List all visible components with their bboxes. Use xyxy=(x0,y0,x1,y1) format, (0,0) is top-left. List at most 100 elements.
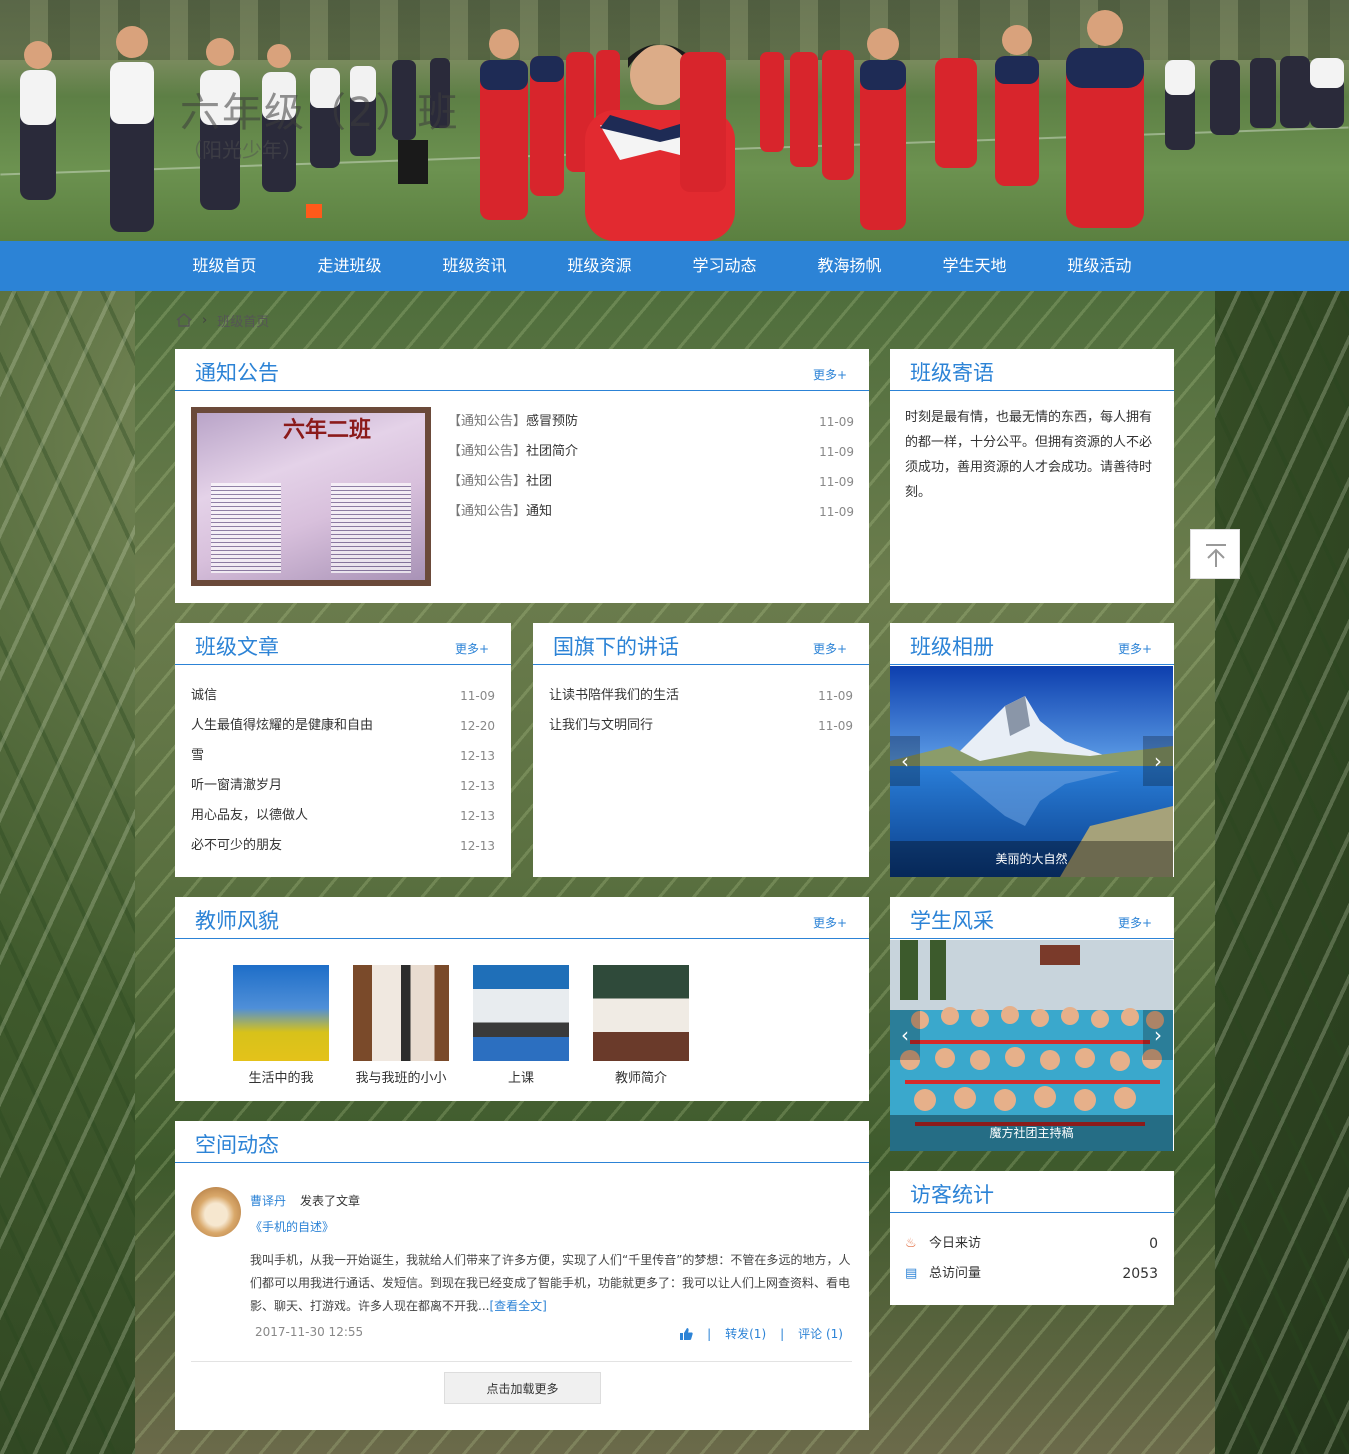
teacher-caption: 教师简介 xyxy=(614,1071,667,1086)
speech-panel: 国旗下的讲话 更多+ 让读书陪伴我们的生活 11-09 让我们与文明同行 11-09 xyxy=(533,623,869,877)
speech-list: 让读书陪伴我们的生活 11-09 让我们与文明同行 11-09 xyxy=(549,681,853,741)
comment-link[interactable]: 评论 (1) xyxy=(798,1325,843,1342)
teacher-caption: 我与我班的小小 xyxy=(355,1071,447,1086)
site-title: 六年级（2）班 xyxy=(180,90,460,136)
notice-more-link[interactable]: 更多+ xyxy=(813,366,847,383)
nav-item-home[interactable]: 班级首页 xyxy=(162,241,287,291)
read-all-link[interactable]: [查看全文] xyxy=(489,1299,546,1313)
stats-header: 访客统计 xyxy=(890,1171,1174,1213)
feed-actions: | 转发(1) | 评论 (1) xyxy=(679,1325,843,1342)
stat-total: ▤ 总访问量 2053 xyxy=(905,1259,1158,1289)
nav-item-activities[interactable]: 班级活动 xyxy=(1037,241,1162,291)
teacher-photo xyxy=(473,965,569,1061)
students-more-link[interactable]: 更多+ xyxy=(1118,914,1152,931)
articles-header: 班级文章 更多+ xyxy=(175,623,511,665)
stat-today: ♨ 今日来访 0 xyxy=(905,1229,1158,1259)
visitor-icon: ♨ xyxy=(905,1236,917,1251)
album-panel: 班级相册 更多+ ‹ › 美丽的大自然 xyxy=(890,623,1174,877)
motto-text: 时刻是最有情，也最无情的东西，每人拥有的都一样，十分公平。但拥有资源的人不必须成… xyxy=(905,410,1153,500)
teacher-gallery: 生活中的我 我与我班的小小 上课 教师简介 xyxy=(233,965,713,1086)
notice-image[interactable]: 六年二班 xyxy=(191,407,431,586)
home-icon[interactable] xyxy=(176,313,192,327)
back-to-top-button[interactable] xyxy=(1190,529,1240,579)
breadcrumb-current: 班级首页 xyxy=(217,314,270,330)
notice-title: 通知公告 xyxy=(195,361,279,385)
header-banner: 六年级（2）班 （阳光少年） xyxy=(0,0,1349,241)
stat-today-label: 今日来访 xyxy=(929,1236,982,1251)
album-caption: 美丽的大自然 xyxy=(890,841,1173,877)
thumbs-up-icon[interactable] xyxy=(679,1327,693,1341)
nav-item-class-news[interactable]: 班级资讯 xyxy=(412,241,537,291)
notice-list: 【通知公告】感冒预防 11-09 【通知公告】社团简介 11-09 【通知公告】社团… xyxy=(448,407,854,527)
document-icon: ▤ xyxy=(905,1266,918,1281)
motto-title: 班级寄语 xyxy=(910,361,994,385)
teacher-photo xyxy=(233,965,329,1061)
students-panel: 学生风采 更多+ ‹ › 魔方社团主持稿 xyxy=(890,897,1174,1151)
site-subtitle: （阳光少年） xyxy=(182,138,302,162)
main-nav: 班级首页 走进班级 班级资讯 班级资源 学习动态 教海扬帆 学生天地 班级活动 xyxy=(0,241,1349,291)
list-item[interactable]: 诚信 11-09 xyxy=(191,681,495,711)
students-prev-button[interactable]: ‹ xyxy=(890,1010,920,1060)
space-title: 空间动态 xyxy=(195,1133,279,1157)
list-item[interactable]: 听一窗清澈岁月 12-13 xyxy=(191,771,495,801)
stat-total-label: 总访问量 xyxy=(929,1266,982,1281)
stat-total-value: 2053 xyxy=(1122,1266,1158,1282)
speech-more-link[interactable]: 更多+ xyxy=(813,640,847,657)
students-caption: 魔方社团主持稿 xyxy=(890,1115,1173,1151)
notice-image-text-block-left xyxy=(211,483,281,573)
list-item[interactable]: 人生最值得炫耀的是健康和自由 12-20 xyxy=(191,711,495,741)
students-title: 学生风采 xyxy=(910,909,994,933)
list-item[interactable]: 让读书陪伴我们的生活 11-09 xyxy=(549,681,853,711)
nav-item-students[interactable]: 学生天地 xyxy=(912,241,1037,291)
teacher-photo xyxy=(353,965,449,1061)
feed-action-text: 发表了文章 xyxy=(300,1194,361,1208)
list-item[interactable]: 雪 12-13 xyxy=(191,741,495,771)
teacher-item[interactable]: 生活中的我 xyxy=(233,965,329,1086)
album-prev-button[interactable]: ‹ xyxy=(890,736,920,786)
feed-article-link[interactable]: 《手机的自述》 xyxy=(250,1218,334,1235)
articles-title: 班级文章 xyxy=(195,635,279,659)
nav-item-learning-news[interactable]: 学习动态 xyxy=(662,241,787,291)
list-item[interactable]: 必不可少的朋友 12-13 xyxy=(191,831,495,861)
teachers-header: 教师风貌 更多+ xyxy=(175,897,869,939)
teachers-more-link[interactable]: 更多+ xyxy=(813,914,847,931)
list-item[interactable]: 【通知公告】社团简介 11-09 xyxy=(448,437,854,467)
load-more-button[interactable]: 点击加载更多 xyxy=(444,1372,601,1404)
articles-panel: 班级文章 更多+ 诚信 11-09 人生最值得炫耀的是健康和自由 12-20 雪 12… xyxy=(175,623,511,877)
nav-item-about-class[interactable]: 走进班级 xyxy=(287,241,412,291)
album-next-button[interactable]: › xyxy=(1143,736,1173,786)
forward-link[interactable]: 转发(1) xyxy=(725,1325,766,1342)
album-more-link[interactable]: 更多+ xyxy=(1118,640,1152,657)
notice-header: 通知公告 更多+ xyxy=(175,349,869,391)
teacher-item[interactable]: 教师简介 xyxy=(593,965,689,1086)
album-slide-image[interactable]: ‹ › 美丽的大自然 xyxy=(890,666,1173,877)
breadcrumb-separator: › xyxy=(202,312,208,328)
nav-item-class-resources[interactable]: 班级资源 xyxy=(537,241,662,291)
avatar[interactable] xyxy=(191,1187,241,1237)
students-slide-image[interactable]: ‹ › 魔方社团主持稿 xyxy=(890,940,1173,1151)
feed-user-link[interactable]: 曹译丹 xyxy=(250,1192,286,1209)
teachers-panel: 教师风貌 更多+ 生活中的我 我与我班的小小 上课 教师简介 xyxy=(175,897,869,1101)
stats-title: 访客统计 xyxy=(910,1183,994,1207)
list-item[interactable]: 让我们与文明同行 11-09 xyxy=(549,711,853,741)
students-header: 学生风采 更多+ xyxy=(890,897,1174,939)
nav-item-teaching[interactable]: 教海扬帆 xyxy=(787,241,912,291)
album-title: 班级相册 xyxy=(910,635,994,659)
action-separator: | xyxy=(780,1326,785,1341)
teacher-item[interactable]: 上课 xyxy=(473,965,569,1086)
feed-body-text: 我叫手机，从我一开始诞生，我就给人们带来了许多方便，实现了人们“千里传音”的梦想… xyxy=(250,1253,851,1313)
notice-image-text: 六年二班 xyxy=(283,418,372,443)
space-panel: 空间动态 曹译丹 发表了文章 《手机的自述》 我叫手机，从我一开始诞生，我就给人… xyxy=(175,1121,869,1430)
breadcrumb: › 班级首页 xyxy=(176,310,269,330)
speech-header: 国旗下的讲话 更多+ xyxy=(533,623,869,665)
list-item[interactable]: 用心品友，以德做人 12-13 xyxy=(191,801,495,831)
students-next-button[interactable]: › xyxy=(1143,1010,1173,1060)
teacher-caption: 上课 xyxy=(507,1071,534,1086)
list-item[interactable]: 【通知公告】社团 11-09 xyxy=(448,467,854,497)
list-item[interactable]: 【通知公告】通知 11-09 xyxy=(448,497,854,527)
articles-more-link[interactable]: 更多+ xyxy=(455,640,489,657)
articles-list: 诚信 11-09 人生最值得炫耀的是健康和自由 12-20 雪 12-13 听一窗清澈… xyxy=(191,681,495,861)
teacher-item[interactable]: 我与我班的小小 xyxy=(353,965,449,1086)
list-item[interactable]: 【通知公告】感冒预防 11-09 xyxy=(448,407,854,437)
motto-panel: 班级寄语 时刻是最有情，也最无情的东西，每人拥有的都一样，十分公平。但拥有资源的… xyxy=(890,349,1174,603)
